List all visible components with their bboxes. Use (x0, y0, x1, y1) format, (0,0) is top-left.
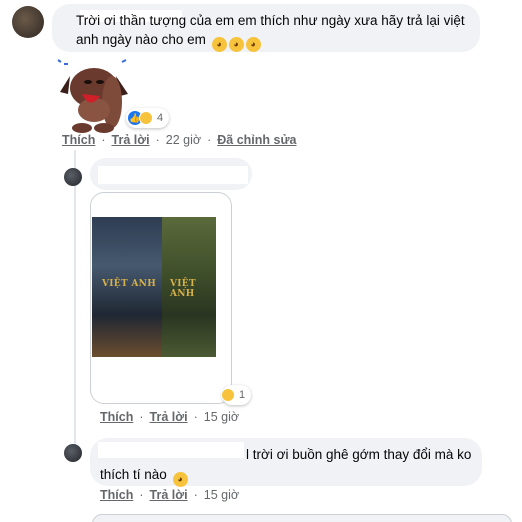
separator: · (207, 133, 212, 147)
reaction-count: 1 (239, 389, 246, 401)
reply-photo-card[interactable]: VIỆT ANH VIỆT ANH (90, 192, 232, 404)
timestamp[interactable]: 15 giờ (204, 410, 239, 424)
reply-actions: Thích · Trả lời · 15 giờ (100, 410, 239, 424)
avatar[interactable] (12, 6, 44, 38)
reply-link[interactable]: Trả lời (150, 488, 188, 502)
sad-reaction-icon (221, 388, 235, 402)
separator: · (139, 488, 144, 502)
timestamp[interactable]: 22 giờ (166, 133, 201, 147)
comment-actions: Thích · Trả lời · 22 giờ · Đã chỉnh sửa (62, 133, 296, 147)
crying-dog-sticker (57, 59, 128, 133)
reply-bubble (90, 158, 252, 190)
reaction-summary[interactable]: 👍 4 (126, 108, 170, 128)
crying-emoji-icon (245, 37, 261, 52)
crying-emoji-icon (172, 472, 188, 487)
separator: · (193, 410, 198, 424)
redacted-author-name (98, 166, 248, 184)
timestamp[interactable]: 15 giờ (204, 488, 239, 502)
reply-link[interactable]: Trả lời (150, 410, 188, 424)
reaction-count: 4 (157, 112, 164, 124)
like-link[interactable]: Thích (100, 488, 133, 502)
comment-text: Trời ơi thần tượng của em em thích như n… (76, 13, 465, 47)
reply-avatar[interactable] (64, 168, 82, 186)
thread-connector-line (74, 150, 76, 450)
separator: · (139, 410, 144, 424)
reply-actions: Thích · Trả lời · 15 giờ (100, 488, 239, 502)
separator: · (101, 133, 106, 147)
sad-reaction-icon (139, 111, 153, 125)
reply-link[interactable]: Trả lời (112, 133, 150, 147)
reply-reaction-summary[interactable]: 1 (221, 385, 252, 405)
like-link[interactable]: Thích (100, 410, 133, 424)
watermark-right: VIỆT ANH (170, 279, 196, 299)
watermark-left: VIỆT ANH (102, 279, 156, 289)
separator: · (193, 488, 198, 502)
reply-bubble: l trời ơi buồn ghê gớm thay đổi mà ko th… (90, 438, 482, 487)
crying-emoji-icon (211, 37, 227, 52)
crying-emoji-icon (228, 37, 244, 52)
comment-text-container: Trời ơi thần tượng của em em thích như n… (76, 11, 476, 52)
comparison-photo[interactable]: VIỆT ANH VIỆT ANH (92, 217, 216, 357)
separator: · (155, 133, 160, 147)
redacted-author-name (98, 442, 244, 458)
edited-label[interactable]: Đã chỉnh sửa (217, 133, 296, 147)
like-link[interactable]: Thích (62, 133, 95, 147)
comment-bubble: Trời ơi thần tượng của em em thích như n… (52, 4, 480, 52)
reply-input-field[interactable] (92, 514, 512, 522)
reply-avatar[interactable] (64, 444, 82, 462)
